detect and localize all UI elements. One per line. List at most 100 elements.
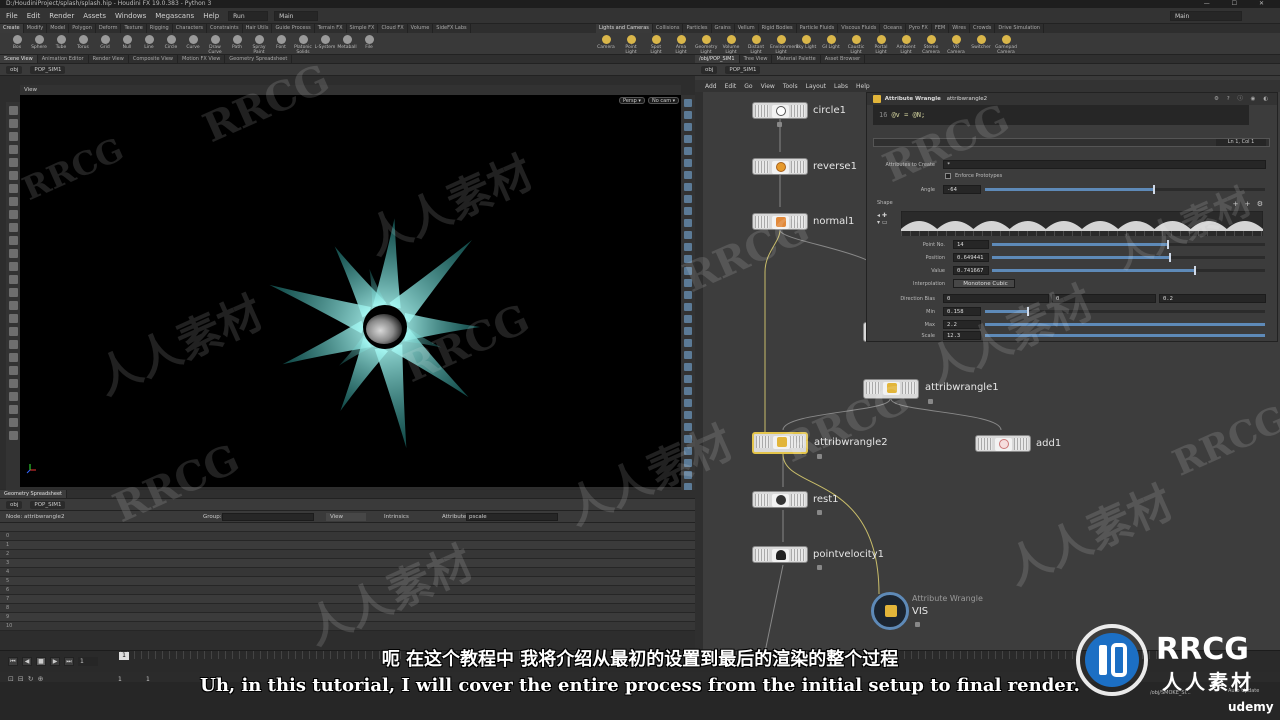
display-option-button[interactable] bbox=[684, 363, 692, 371]
ramp-tools[interactable]: + + ⚙ bbox=[1233, 200, 1265, 208]
menu-edit[interactable]: Edit bbox=[27, 12, 41, 20]
shelf-tab[interactable]: Cloud FX bbox=[378, 24, 408, 33]
menu-file[interactable]: File bbox=[6, 12, 18, 20]
shelf-tab[interactable]: Characters bbox=[173, 24, 208, 33]
shelf-tool[interactable]: Distant Light bbox=[745, 35, 767, 55]
viewport-tool-button[interactable] bbox=[8, 249, 18, 258]
shelf-tab[interactable]: Rigging bbox=[147, 24, 173, 33]
display-option-button[interactable] bbox=[684, 135, 692, 143]
shelf-tool[interactable]: Null bbox=[116, 35, 138, 50]
shelf-tab[interactable]: Lights and Cameras bbox=[596, 24, 653, 33]
right-pane-tab[interactable]: /obj/POP_SIM1 bbox=[695, 55, 740, 63]
table-row[interactable]: 5 bbox=[0, 577, 695, 586]
display-option-button[interactable] bbox=[684, 399, 692, 407]
shelf-tool[interactable]: Volume Light bbox=[720, 35, 742, 55]
shelf-tool[interactable]: Camera bbox=[595, 35, 617, 50]
shelf-tab[interactable]: Create bbox=[0, 24, 24, 33]
shelf-tool[interactable]: Geometry Light bbox=[695, 35, 717, 55]
max-field[interactable]: 2.2 bbox=[943, 320, 981, 329]
shelf-tool[interactable]: Sphere bbox=[28, 35, 50, 50]
display-option-button[interactable] bbox=[684, 327, 692, 335]
ss-path-obj[interactable]: obj bbox=[6, 500, 23, 509]
node-reverse[interactable] bbox=[752, 158, 808, 175]
table-row[interactable]: 3 bbox=[0, 559, 695, 568]
shelf-tab[interactable]: Deform bbox=[96, 24, 122, 33]
shelf-tool[interactable]: Stereo Camera bbox=[920, 35, 942, 55]
path-pop-sim[interactable]: POP_SIM1 bbox=[30, 65, 66, 74]
shelf-tab[interactable]: Particle Fluids bbox=[797, 24, 839, 33]
viewport-tool-button[interactable] bbox=[8, 327, 18, 336]
desktop-dropdown[interactable]: Main bbox=[274, 10, 319, 21]
vex-code-editor[interactable]: 16 @v = @N; bbox=[873, 105, 1249, 125]
position-slider[interactable] bbox=[992, 253, 1265, 262]
table-row[interactable]: 1 bbox=[0, 541, 695, 550]
network-menu-item[interactable]: Edit bbox=[725, 83, 737, 90]
shelf-tab[interactable]: Wires bbox=[949, 24, 971, 33]
table-row[interactable]: 6 bbox=[0, 586, 695, 595]
right-pane-tab[interactable]: Material Palette bbox=[772, 55, 821, 63]
left-pane-tab[interactable]: Render View bbox=[89, 55, 129, 63]
min-field[interactable]: 0.158 bbox=[943, 307, 981, 316]
node-normal[interactable] bbox=[752, 213, 808, 230]
shelf-tab[interactable]: Grains bbox=[712, 24, 735, 33]
shelf-tool[interactable]: Line bbox=[138, 35, 160, 50]
view-menu[interactable]: View bbox=[326, 513, 366, 521]
point-no-slider[interactable] bbox=[992, 240, 1265, 249]
network-menu-item[interactable]: Labs bbox=[834, 83, 848, 90]
viewport-tool-button[interactable] bbox=[8, 119, 18, 128]
right-pane-tab[interactable]: Tree View bbox=[740, 55, 773, 63]
display-option-button[interactable] bbox=[684, 423, 692, 431]
shelf-tab[interactable]: Vellum bbox=[735, 24, 759, 33]
viewport-tool-button[interactable] bbox=[8, 171, 18, 180]
shelf-tool[interactable]: Gamepad Camera bbox=[995, 35, 1017, 55]
shelf-tool[interactable]: Font bbox=[270, 35, 292, 50]
left-pane-tab[interactable]: Scene View bbox=[0, 55, 38, 63]
shelf-tool[interactable]: Circle bbox=[160, 35, 182, 50]
node-add[interactable] bbox=[975, 435, 1031, 452]
display-option-button[interactable] bbox=[684, 147, 692, 155]
table-row[interactable]: 4 bbox=[0, 568, 695, 577]
scale-field[interactable]: 12.3 bbox=[943, 331, 981, 340]
display-option-button[interactable] bbox=[684, 195, 692, 203]
shelf-tab[interactable]: Hair Utils bbox=[243, 24, 273, 33]
shelf-tool[interactable]: Curve bbox=[182, 35, 204, 50]
shelf-tool[interactable]: L-System bbox=[314, 35, 336, 50]
right-desktop-dropdown[interactable]: Main bbox=[1170, 11, 1242, 21]
display-option-button[interactable] bbox=[684, 375, 692, 383]
window-controls[interactable]: — ☐ ✕ bbox=[1204, 0, 1274, 8]
shelf-tab[interactable]: Collisions bbox=[653, 24, 684, 33]
shelf-tool[interactable]: Caustic Light bbox=[845, 35, 867, 55]
path-obj[interactable]: obj bbox=[6, 65, 23, 74]
viewport-tool-button[interactable] bbox=[8, 392, 18, 401]
value-field[interactable]: 0.741667 bbox=[953, 266, 989, 275]
shelf-tool[interactable]: Sky Light bbox=[795, 35, 817, 50]
shelf-tool[interactable]: Point Light bbox=[620, 35, 642, 55]
viewport-tool-button[interactable] bbox=[8, 223, 18, 232]
display-option-button[interactable] bbox=[684, 447, 692, 455]
network-menu-item[interactable]: Help bbox=[856, 83, 870, 90]
display-option-button[interactable] bbox=[684, 231, 692, 239]
table-row[interactable]: 7 bbox=[0, 595, 695, 604]
node-vis[interactable] bbox=[871, 592, 909, 630]
viewport-tool-button[interactable] bbox=[8, 262, 18, 271]
display-option-button[interactable] bbox=[684, 123, 692, 131]
left-pane-tab[interactable]: Animation Editor bbox=[38, 55, 89, 63]
viewport-tool-button[interactable] bbox=[8, 431, 18, 440]
display-option-button[interactable] bbox=[684, 219, 692, 227]
run-dropdown[interactable]: Run bbox=[228, 10, 269, 21]
table-row[interactable]: 2 bbox=[0, 550, 695, 559]
shelf-tab[interactable]: Polygon bbox=[69, 24, 96, 33]
viewport-tool-button[interactable] bbox=[8, 197, 18, 206]
left-pane-tab[interactable]: Motion FX View bbox=[178, 55, 226, 63]
viewport-tool-button[interactable] bbox=[8, 366, 18, 375]
network-menu-item[interactable]: Layout bbox=[806, 83, 826, 90]
param-header-icons[interactable]: ⚙ ? ⓘ ◉ ◐ bbox=[1214, 93, 1271, 105]
shelf-tab[interactable]: Terrain FX bbox=[315, 24, 347, 33]
shelf-tool[interactable]: Area Light bbox=[670, 35, 692, 55]
shelf-tab[interactable]: Guide Process bbox=[272, 24, 315, 33]
shelf-tab[interactable]: FEM bbox=[932, 24, 950, 33]
menu-render[interactable]: Render bbox=[49, 12, 74, 20]
viewport-tool-button[interactable] bbox=[8, 275, 18, 284]
shelf-tool[interactable]: Metaball bbox=[336, 35, 358, 50]
viewport-tool-button[interactable] bbox=[8, 145, 18, 154]
